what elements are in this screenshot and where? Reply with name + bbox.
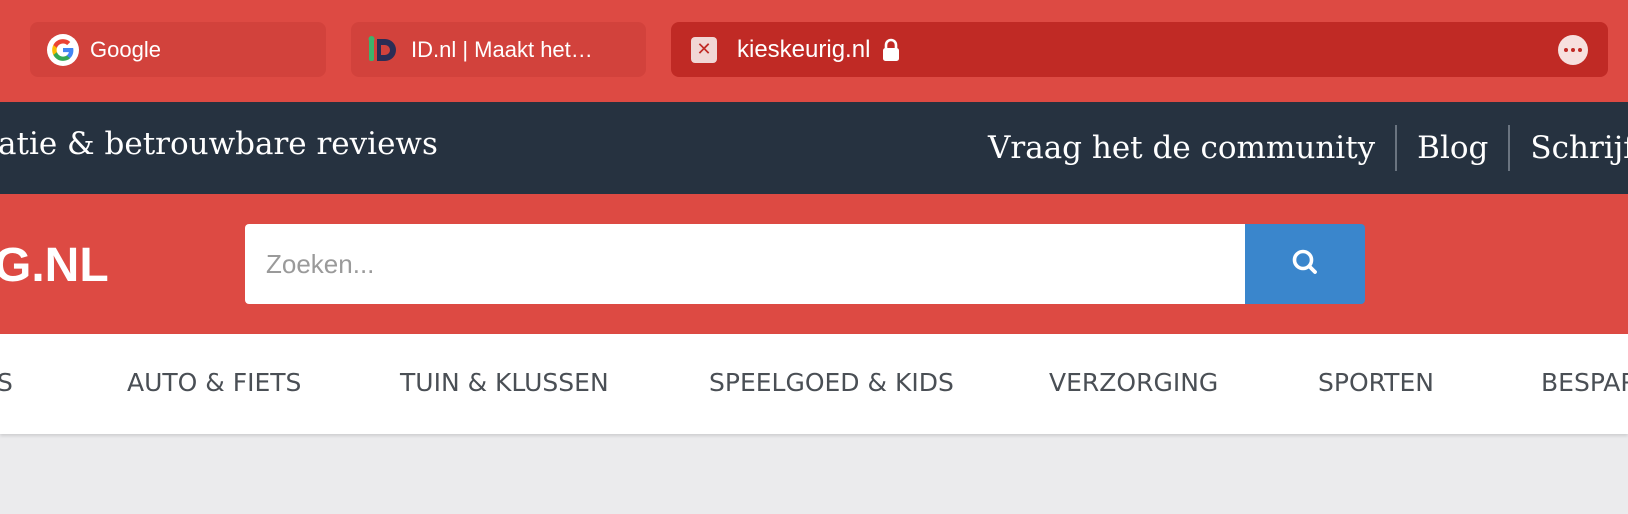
search-input[interactable] [266, 248, 1245, 280]
site-header: G.NL [0, 194, 1628, 334]
tab-google[interactable]: Google [30, 22, 326, 77]
tab-title: ID.nl | Maakt het… [411, 36, 593, 62]
browser-tab-bar: Google ID.nl | Maakt het… ✕ kieskeurig.n… [0, 0, 1628, 102]
search-icon [1290, 247, 1320, 282]
id-nl-icon [367, 33, 401, 67]
category-item[interactable]: S [0, 368, 13, 397]
lock-icon [882, 38, 900, 62]
category-item[interactable]: AUTO & FIETS [127, 368, 301, 397]
tab-id-nl[interactable]: ID.nl | Maakt het… [351, 22, 646, 77]
category-item[interactable]: BESPAR [1541, 368, 1628, 397]
category-item[interactable]: SPEELGOED & KIDS [709, 368, 954, 397]
link-write-review[interactable]: Schrijf een [1530, 130, 1628, 166]
link-blog[interactable]: Blog [1417, 130, 1488, 166]
search-box [245, 224, 1245, 304]
category-item[interactable]: TUIN & KLUSSEN [400, 368, 609, 397]
tab-title: Google [90, 36, 161, 62]
tab-kieskeurig[interactable]: ✕ kieskeurig.nl [671, 22, 1608, 77]
category-item[interactable]: SPORTEN [1318, 368, 1434, 397]
top-info-bar: atie & betrouwbare reviews Vraag het de … [0, 102, 1628, 194]
google-icon [46, 33, 80, 67]
more-icon[interactable] [1558, 35, 1588, 65]
search-button[interactable] [1245, 224, 1365, 304]
category-item[interactable]: VERZORGING [1049, 368, 1218, 397]
divider [1508, 125, 1511, 171]
site-tagline: atie & betrouwbare reviews [0, 126, 438, 162]
kieskeurig-favicon: ✕ [687, 33, 721, 67]
top-nav: Vraag het de community Blog Schrijf een [988, 102, 1628, 194]
site-logo[interactable]: G.NL [0, 238, 109, 293]
divider [1395, 125, 1398, 171]
category-nav: S AUTO & FIETS TUIN & KLUSSEN SPEELGOED … [0, 334, 1628, 434]
link-community[interactable]: Vraag het de community [988, 130, 1375, 166]
tab-title: kieskeurig.nl [737, 35, 871, 63]
